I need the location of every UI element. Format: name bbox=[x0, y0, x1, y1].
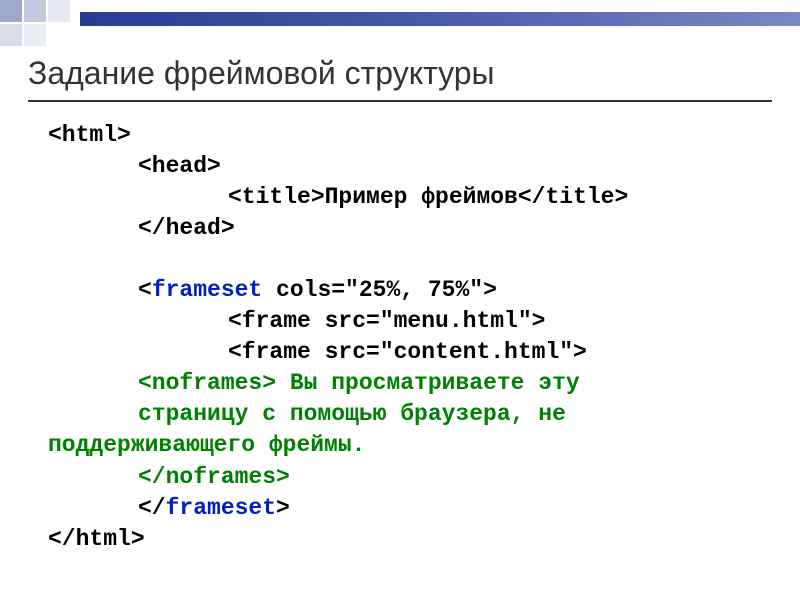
slide-content: Задание фреймовой структуры <html> <head… bbox=[28, 55, 772, 555]
code-line: </head> bbox=[48, 213, 772, 244]
code-block: <html> <head> <title>Пример фреймов</tit… bbox=[28, 120, 772, 555]
decor-square bbox=[0, 24, 22, 46]
code-line: <html> bbox=[48, 120, 772, 151]
decor-square bbox=[0, 0, 22, 22]
code-line: </noframes> bbox=[48, 462, 772, 493]
code-line: <frame src="menu.html"> bbox=[48, 306, 772, 337]
decor-square bbox=[24, 24, 46, 46]
decor-square bbox=[24, 0, 46, 22]
code-line bbox=[48, 244, 772, 275]
code-line: <title>Пример фреймов</title> bbox=[48, 182, 772, 213]
code-line: </frameset> bbox=[48, 493, 772, 524]
code-line: <noframes> Вы просматриваете эту bbox=[48, 368, 772, 399]
code-line: <head> bbox=[48, 151, 772, 182]
slide-title: Задание фреймовой структуры bbox=[28, 55, 772, 102]
slide-decoration bbox=[0, 0, 800, 42]
code-line: <frameset cols="25%, 75%"> bbox=[48, 275, 772, 306]
code-line: <frame src="content.html"> bbox=[48, 337, 772, 368]
code-line: страницу с помощью браузера, не bbox=[48, 399, 772, 430]
code-line: поддерживающего фреймы. bbox=[48, 430, 772, 461]
code-line: </html> bbox=[48, 524, 772, 555]
decor-bar bbox=[80, 12, 800, 26]
decor-square bbox=[48, 0, 70, 22]
